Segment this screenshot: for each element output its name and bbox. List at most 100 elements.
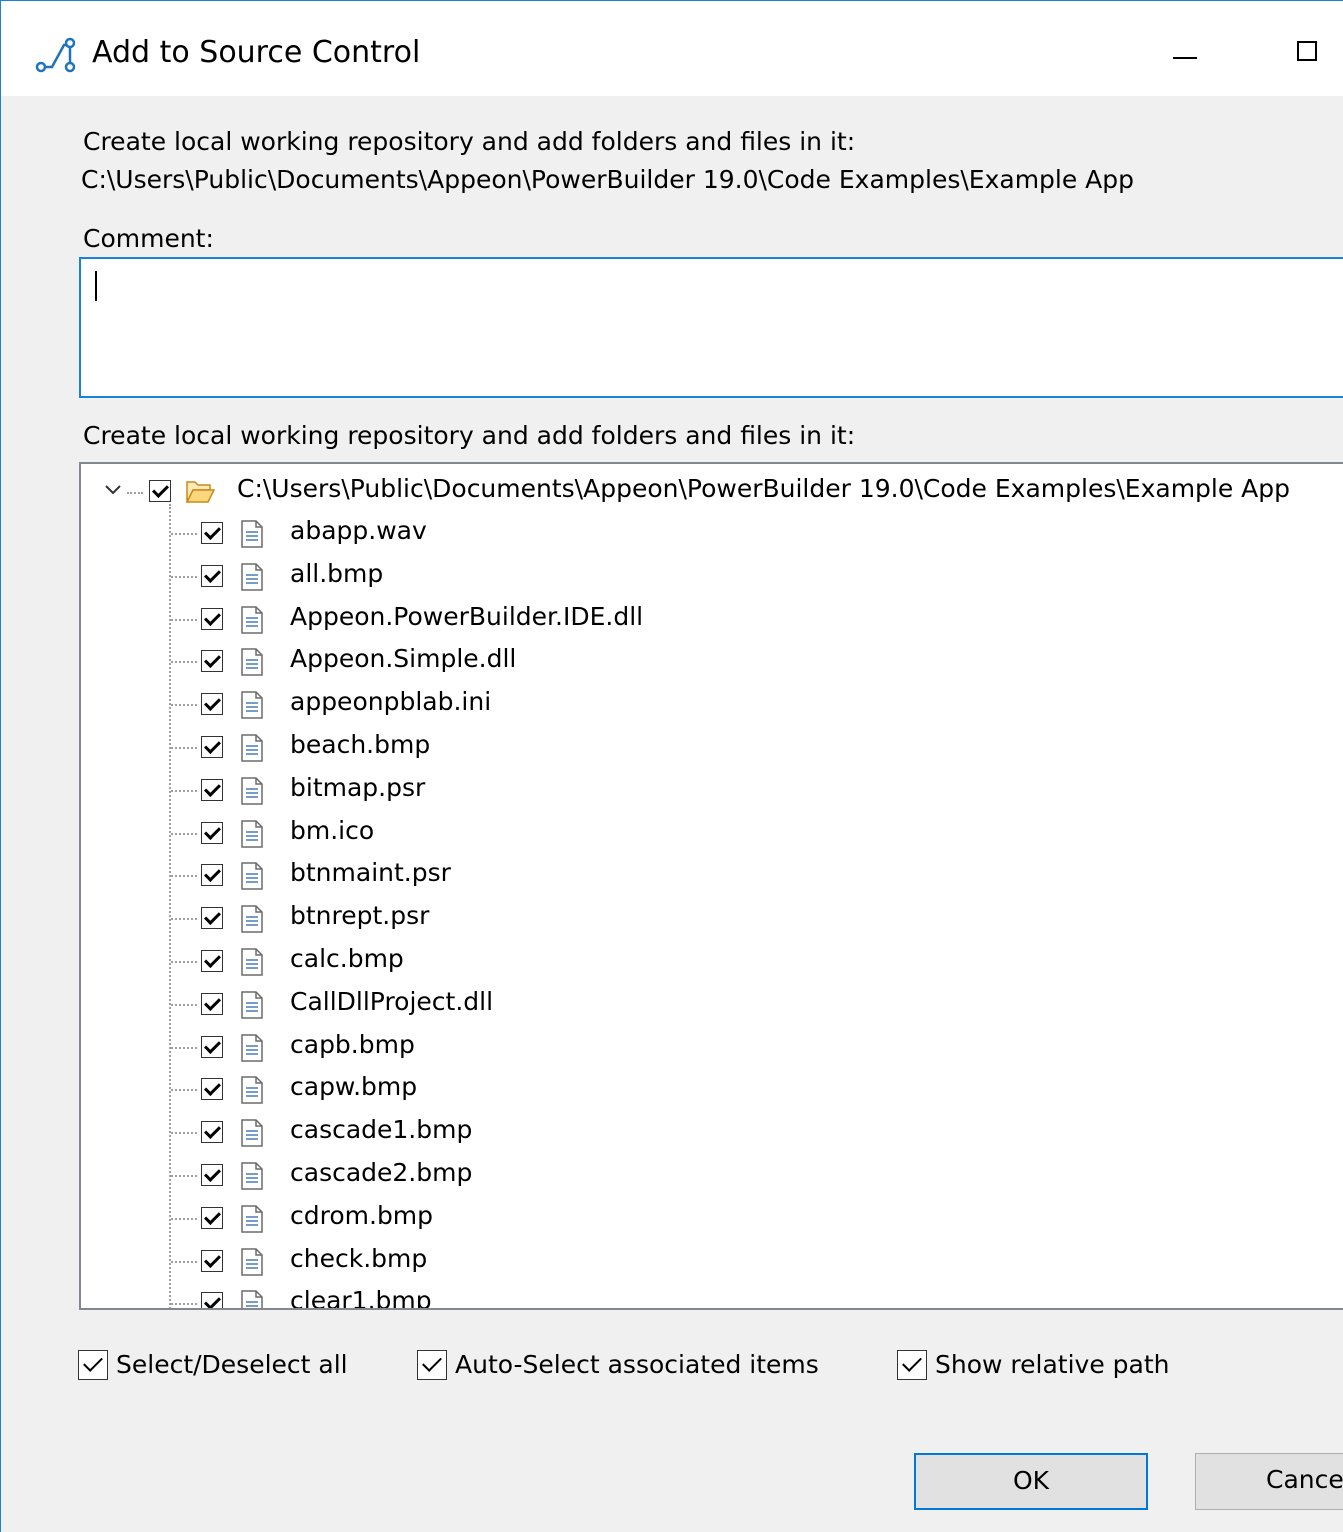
file-icon [241,691,263,719]
file-label: bm.ico [290,815,375,845]
tree-connector [171,832,197,835]
file-icon [241,1205,263,1233]
tree-file-row[interactable]: bm.ico [81,812,1343,854]
file-checkbox[interactable] [201,821,223,844]
file-icon [241,648,263,677]
file-checkbox[interactable] [201,950,223,972]
tree-file-row[interactable]: Appeon.Simple.dll [81,640,1343,682]
file-label: CallDllProject.dll [290,986,494,1016]
tree-root-row[interactable]: C:\Users\Public\Documents\Appeon\PowerBu… [81,470,1343,512]
tree-file-row[interactable]: btnmaint.psr [81,854,1343,896]
file-checkbox[interactable] [201,778,223,801]
tree-label: Create local working repository and add … [83,421,856,450]
select-all-label: Select/Deselect all [116,1350,348,1379]
auto-select-checkbox[interactable] [417,1350,447,1380]
tree-connector [171,1217,197,1220]
tree-file-row[interactable]: calc.bmp [81,940,1343,982]
file-checkbox[interactable] [201,693,223,716]
add-to-source-control-dialog: Add to Source Control Create local worki… [0,0,1343,1532]
file-label: capw.bmp [290,1072,418,1102]
tree-connector [171,1303,197,1306]
file-checkbox[interactable] [201,1121,223,1144]
repository-description: Create local working repository and add … [83,127,856,156]
file-label: beach.bmp [290,730,431,759]
tree-connector [171,1089,197,1092]
cancel-button[interactable]: Cancel [1195,1453,1343,1510]
tree-file-row[interactable]: check.bmp [81,1240,1343,1282]
file-label: btnrept.psr [290,901,430,931]
file-icon [241,905,263,933]
file-label: appeonpblab.ini [290,687,492,717]
tree-file-row[interactable]: cascade2.bmp [81,1154,1343,1196]
tree-file-row[interactable]: bitmap.psr [81,769,1343,811]
file-icon [241,1033,263,1062]
file-tree[interactable]: C:\Users\Public\Documents\Appeon\PowerBu… [79,462,1343,1310]
tree-connector [171,1046,197,1049]
file-label: capb.bmp [290,1029,415,1059]
title-bar[interactable]: Add to Source Control [1,1,1343,96]
file-label: abapp.wav [290,516,427,545]
file-checkbox[interactable] [201,1249,223,1272]
file-label: check.bmp [290,1243,428,1273]
relative-path-checkbox[interactable] [897,1350,927,1380]
comment-label: Comment: [83,224,214,253]
file-icon [241,1076,263,1105]
tree-connector [127,492,143,494]
tree-connector [171,961,197,963]
file-icon [241,777,263,805]
root-checkbox[interactable] [149,480,171,502]
file-checkbox[interactable] [201,564,223,587]
tree-file-row[interactable]: btnrept.psr [81,897,1343,939]
root-folder-label: C:\Users\Public\Documents\Appeon\PowerBu… [237,474,1291,503]
tree-connector [171,661,197,664]
tree-file-row[interactable]: clear1.bmp [81,1282,1343,1308]
tree-file-row[interactable]: beach.bmp [81,726,1343,768]
tree-file-row[interactable]: abapp.wav [81,512,1343,554]
tree-file-row[interactable]: cdrom.bmp [81,1197,1343,1239]
tree-connector [171,618,197,621]
tree-connector [171,704,197,707]
file-checkbox[interactable] [201,1035,223,1058]
chevron-down-icon[interactable] [103,482,123,498]
file-checkbox[interactable] [201,736,223,758]
file-icon [241,1119,263,1147]
folder-open-icon [185,481,215,503]
file-checkbox[interactable] [201,1164,223,1186]
tree-file-row[interactable]: appeonpblab.ini [81,683,1343,725]
file-icon [241,734,263,762]
file-label: Appeon.Simple.dll [290,644,517,674]
file-icon [241,605,263,634]
comment-input[interactable] [79,257,1343,398]
source-control-icon [35,37,76,73]
file-checkbox[interactable] [201,607,223,630]
file-checkbox[interactable] [201,992,223,1015]
minimize-button[interactable] [1161,21,1221,81]
file-label: all.bmp [290,558,384,588]
tree-connector [171,1003,197,1006]
file-label: btnmaint.psr [290,858,451,888]
ok-button[interactable]: OK [914,1453,1148,1510]
file-checkbox[interactable] [201,1078,223,1101]
file-icon [241,991,263,1019]
file-checkbox[interactable] [201,864,223,887]
tree-file-row[interactable]: capb.bmp [81,1026,1343,1068]
tree-file-row[interactable]: cascade1.bmp [81,1111,1343,1153]
file-icon [241,948,263,976]
tree-connector [171,1132,197,1135]
file-checkbox[interactable] [201,1206,223,1229]
file-checkbox[interactable] [201,522,223,544]
file-checkbox[interactable] [201,907,223,930]
tree-file-row[interactable]: capw.bmp [81,1068,1343,1110]
tree-file-row[interactable]: all.bmp [81,555,1343,597]
relative-path-label: Show relative path [935,1350,1170,1379]
tree-connector [171,1175,197,1177]
file-checkbox[interactable] [201,650,223,673]
maximize-button[interactable] [1279,21,1339,81]
tree-connector [171,533,197,535]
repository-path: C:\Users\Public\Documents\Appeon\PowerBu… [81,165,1135,194]
file-checkbox[interactable] [201,1292,223,1308]
select-all-checkbox[interactable] [78,1350,108,1380]
file-icon [241,1247,263,1276]
tree-file-row[interactable]: CallDllProject.dll [81,983,1343,1025]
tree-file-row[interactable]: Appeon.PowerBuilder.IDE.dll [81,598,1343,640]
